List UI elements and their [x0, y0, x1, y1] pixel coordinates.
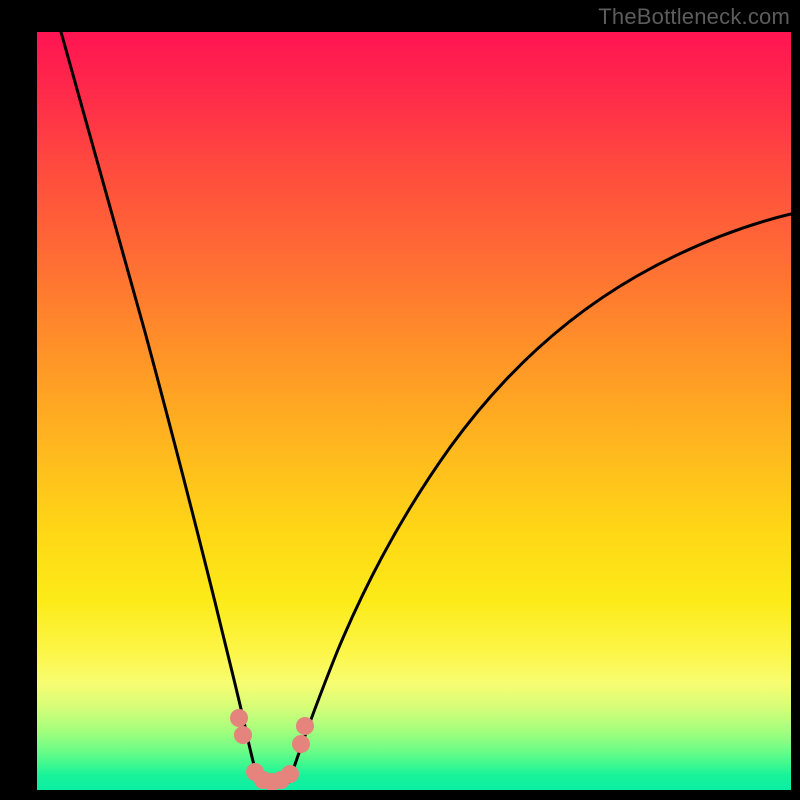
curve-right-branch [289, 214, 791, 782]
marker-dot [292, 735, 310, 753]
plot-area [37, 32, 791, 790]
marker-cluster [230, 709, 314, 790]
curve-left-branch [61, 32, 259, 782]
marker-dot [234, 726, 252, 744]
marker-dot [296, 717, 314, 735]
curve-layer [37, 32, 791, 790]
marker-dot [281, 765, 299, 783]
chart-frame: TheBottleneck.com [0, 0, 800, 800]
marker-dot [230, 709, 248, 727]
watermark-text: TheBottleneck.com [598, 4, 790, 30]
